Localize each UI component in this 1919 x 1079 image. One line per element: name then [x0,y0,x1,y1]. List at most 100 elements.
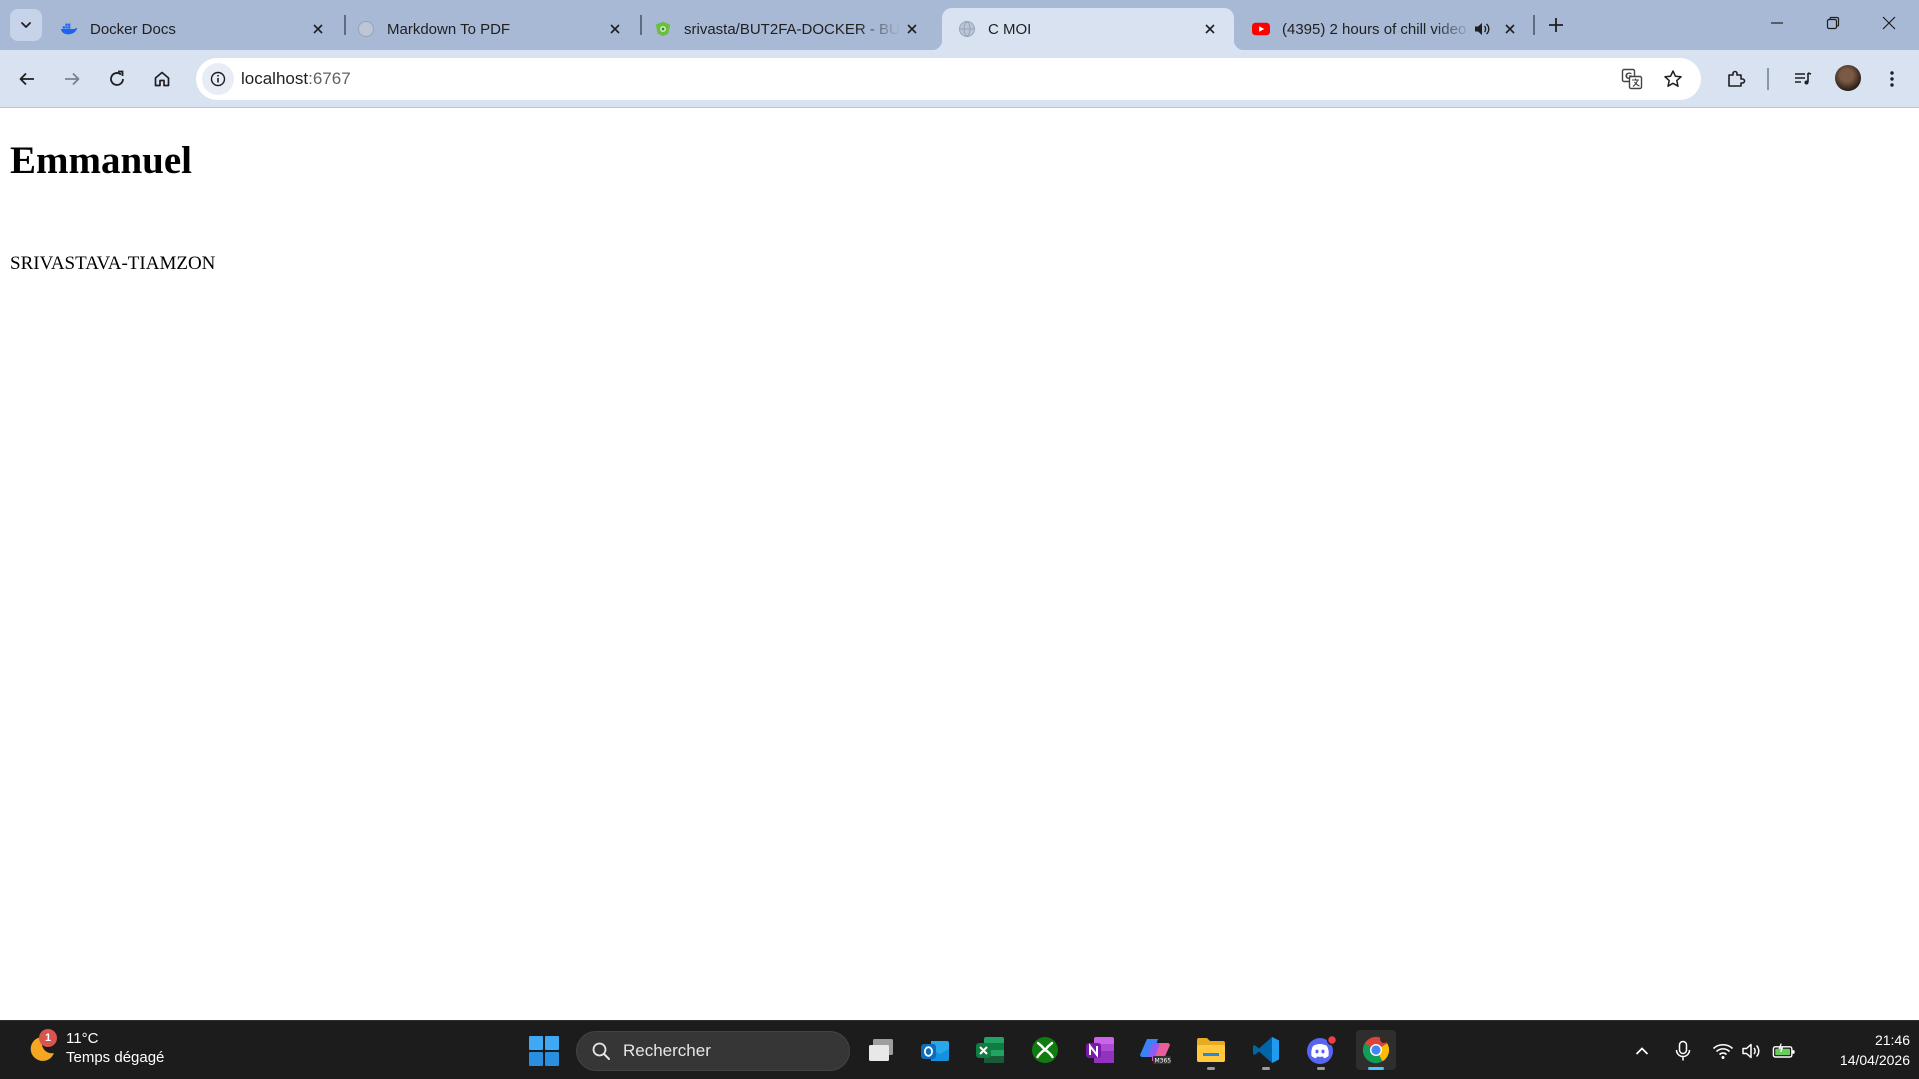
tab-docker-docs[interactable]: Docker Docs [44,8,342,50]
tab-docker-hub[interactable]: srivasta/BUT2FA-DOCKER - BUT [638,8,936,50]
search-icon [592,1042,610,1060]
start-button[interactable] [528,1035,560,1067]
chrome-app[interactable] [1356,1030,1396,1070]
xbox-app[interactable] [1025,1030,1065,1070]
windows-taskbar: 1 11°C Temps dégagé Rechercher M365 21:4… [0,1020,1919,1079]
discord-app[interactable] [1301,1030,1341,1070]
playlist-icon [1795,72,1812,85]
speaker-icon [1742,1043,1760,1059]
weather-temperature: 11°C [66,1030,99,1047]
site-info-button[interactable] [202,63,234,95]
media-controls-button[interactable] [1786,62,1820,96]
moon-icon: 1 [24,1029,58,1065]
taskbar-search[interactable]: Rechercher [576,1031,850,1071]
menu-button[interactable] [1875,62,1909,96]
system-clock[interactable]: 21:46 14/04/2026 [1810,1030,1910,1070]
battery-button[interactable] [1772,1039,1796,1063]
file-explorer-app[interactable] [1191,1030,1231,1070]
battery-charging-icon [1772,1043,1795,1058]
tab-title: (4395) 2 hours of chill video [1282,20,1467,38]
clock-time: 21:46 [1874,1032,1910,1048]
running-indicator [1368,1067,1384,1070]
home-button[interactable] [145,62,179,96]
kebab-menu-icon [1890,71,1894,87]
chevron-up-icon [1635,1047,1649,1055]
back-button[interactable] [10,62,44,96]
close-tab-icon[interactable] [306,17,330,41]
forward-button[interactable] [55,62,89,96]
restore-icon [1826,16,1840,30]
speaker-icon[interactable] [1472,19,1492,39]
xbox-icon [1032,1037,1058,1063]
extensions-button[interactable] [1719,62,1753,96]
search-placeholder: Rechercher [623,1041,711,1060]
outlook-app[interactable] [915,1030,955,1070]
translate-icon: G [1621,68,1643,90]
close-tab-icon[interactable] [900,17,924,41]
tab-title: C MOI [988,20,1032,38]
tab-title: srivasta/BUT2FA-DOCKER - BUT [684,20,900,38]
close-tab-icon[interactable] [1198,17,1222,41]
chevron-down-icon [21,22,31,28]
clock-date: 14/04/2026 [1839,1052,1910,1068]
windows-logo-icon [529,1036,559,1066]
outlook-icon [921,1041,949,1061]
puzzle-icon [1728,70,1746,87]
url-host: localhost [241,69,309,88]
tab-c-moi[interactable]: C MOI [932,8,1244,50]
address-bar[interactable]: localhost:6767 G [196,58,1701,100]
restore-button[interactable] [1810,5,1856,41]
star-icon [1664,70,1682,87]
new-tab-button[interactable] [1542,11,1570,39]
folder-icon [1197,1038,1225,1062]
minimize-button[interactable] [1754,5,1800,41]
task-view-button[interactable] [861,1030,901,1070]
wifi-button[interactable] [1711,1039,1735,1063]
wifi-icon [1712,1043,1734,1059]
weather-condition: Temps dégagé [66,1049,165,1066]
weather-widget[interactable]: 1 11°C Temps dégagé [24,1029,164,1067]
m365-copilot-app[interactable]: M365 [1135,1030,1175,1070]
translate-button[interactable]: G [1616,63,1648,95]
running-indicator [1207,1067,1215,1070]
onenote-app[interactable] [1080,1030,1120,1070]
page-content: Emmanuel SRIVASTAVA-TIAMZON [0,109,1919,1020]
svg-text:M365: M365 [1155,1058,1172,1065]
close-tab-icon[interactable] [603,17,627,41]
tab-title: Docker Docs [90,20,176,38]
reload-button[interactable] [100,62,134,96]
close-icon [1882,16,1896,30]
m365-copilot-icon: M365 [1140,1039,1172,1065]
tab-search-button[interactable] [10,9,42,41]
home-icon [154,71,170,87]
running-indicator [1317,1067,1325,1070]
profile-avatar[interactable] [1835,65,1861,91]
task-view-icon [869,1039,893,1061]
volume-button[interactable] [1740,1039,1764,1063]
chrome-icon [1362,1035,1390,1064]
reload-icon [110,70,124,86]
minimize-icon [1771,22,1783,24]
running-indicator [1262,1067,1270,1070]
microphone-icon [1675,1040,1691,1061]
tab-youtube[interactable]: (4395) 2 hours of chill video [1236,8,1534,50]
hub-icon [654,20,672,38]
tab-title: Markdown To PDF [387,20,511,38]
excel-app[interactable] [970,1030,1010,1070]
youtube-icon [1252,20,1270,38]
vscode-icon [1253,1037,1279,1063]
browser-toolbar: localhost:6767 G [0,50,1919,108]
close-tab-icon[interactable] [1498,17,1522,41]
tab-markdown-to-pdf[interactable]: Markdown To PDF [341,8,639,50]
vscode-app[interactable] [1246,1030,1286,1070]
toolbar-divider [1767,68,1769,90]
show-hidden-icons-button[interactable] [1630,1039,1654,1063]
arrow-left-icon [19,72,34,86]
close-window-button[interactable] [1866,5,1912,41]
onenote-icon [1086,1037,1114,1063]
url-text[interactable]: localhost:6767 [241,69,351,89]
excel-icon [976,1037,1004,1063]
microphone-button[interactable] [1671,1039,1695,1063]
bookmark-button[interactable] [1657,63,1689,95]
url-port: :6767 [308,69,351,88]
